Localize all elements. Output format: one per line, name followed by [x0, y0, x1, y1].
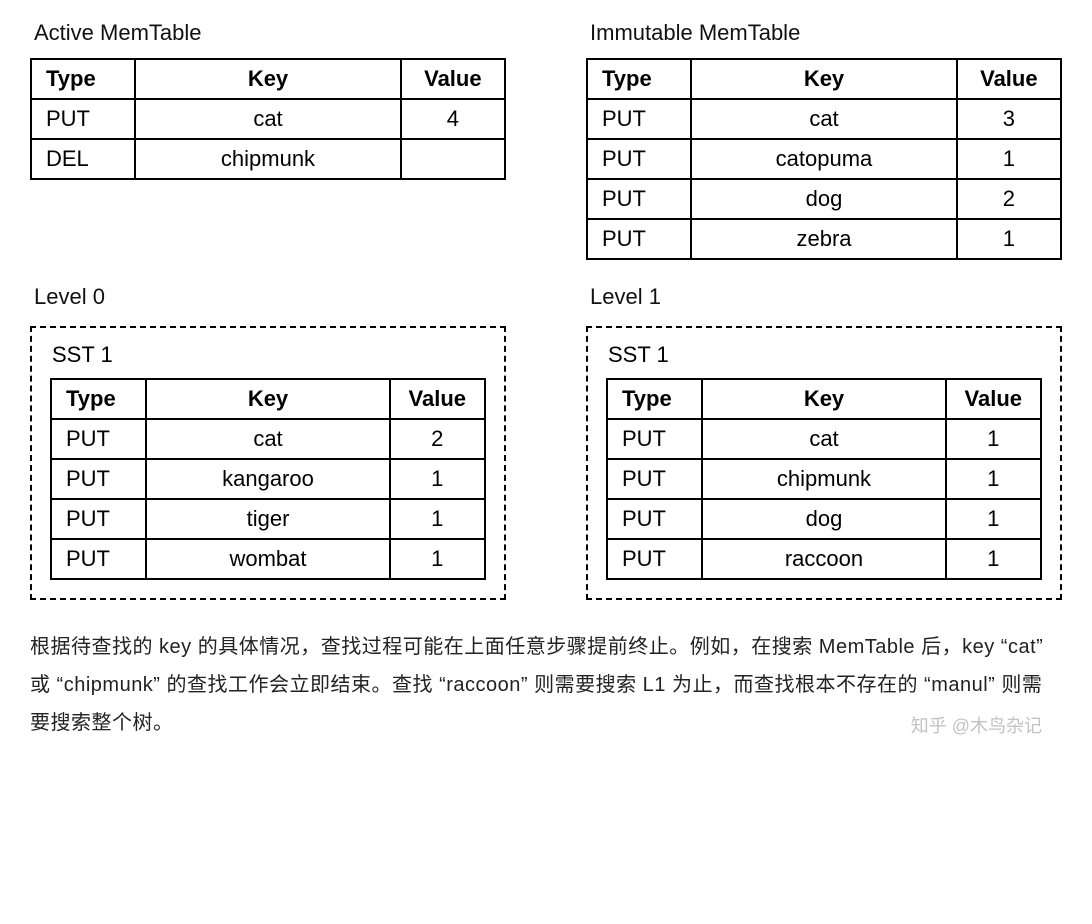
col-type: Type	[607, 379, 702, 419]
cell-key: cat	[691, 99, 956, 139]
cell-value: 1	[957, 219, 1061, 259]
level1-title: Level 1	[590, 284, 1062, 310]
immutable-memtable-table: Type Key Value PUT cat 3 PUT catopuma 1 …	[586, 58, 1062, 260]
col-value: Value	[401, 59, 505, 99]
table-row: DEL chipmunk	[31, 139, 505, 179]
table-row: PUT wombat 1	[51, 539, 485, 579]
cell-type: PUT	[607, 419, 702, 459]
col-key: Key	[146, 379, 389, 419]
col-type: Type	[31, 59, 135, 99]
cell-type: DEL	[31, 139, 135, 179]
cell-value: 2	[390, 419, 485, 459]
cell-value: 1	[946, 459, 1041, 499]
cell-type: PUT	[607, 539, 702, 579]
col-key: Key	[135, 59, 400, 99]
level1-table: Type Key Value PUT cat 1 PUT chipmunk 1	[606, 378, 1042, 580]
table-row: PUT zebra 1	[587, 219, 1061, 259]
cell-value: 4	[401, 99, 505, 139]
cell-key: zebra	[691, 219, 956, 259]
cell-type: PUT	[51, 459, 146, 499]
cell-type: PUT	[51, 419, 146, 459]
cell-type: PUT	[587, 99, 691, 139]
cell-key: cat	[702, 419, 945, 459]
cell-key: kangaroo	[146, 459, 389, 499]
level0-table: Type Key Value PUT cat 2 PUT kangaroo 1	[50, 378, 486, 580]
cell-value: 1	[390, 459, 485, 499]
level0-sst-label: SST 1	[52, 342, 486, 368]
table-header-row: Type Key Value	[587, 59, 1061, 99]
col-type: Type	[587, 59, 691, 99]
table-row: PUT dog 2	[587, 179, 1061, 219]
cell-value: 3	[957, 99, 1061, 139]
cell-key: tiger	[146, 499, 389, 539]
cell-key: cat	[146, 419, 389, 459]
level1-sst-box: SST 1 Type Key Value PUT cat 1	[586, 326, 1062, 600]
col-value: Value	[946, 379, 1041, 419]
table-header-row: Type Key Value	[31, 59, 505, 99]
cell-type: PUT	[51, 499, 146, 539]
table-row: PUT chipmunk 1	[607, 459, 1041, 499]
cell-type: PUT	[607, 499, 702, 539]
cell-value: 1	[946, 499, 1041, 539]
cell-type: PUT	[587, 139, 691, 179]
table-row: PUT kangaroo 1	[51, 459, 485, 499]
cell-value: 1	[946, 539, 1041, 579]
level0-block: Level 0 SST 1 Type Key Value PUT cat 2	[30, 284, 506, 600]
cell-key: chipmunk	[702, 459, 945, 499]
table-header-row: Type Key Value	[607, 379, 1041, 419]
cell-key: catopuma	[691, 139, 956, 179]
cell-type: PUT	[587, 179, 691, 219]
level0-title: Level 0	[34, 284, 506, 310]
table-row: PUT cat 1	[607, 419, 1041, 459]
cell-value	[401, 139, 505, 179]
cell-value: 1	[957, 139, 1061, 179]
cell-key: raccoon	[702, 539, 945, 579]
cell-key: dog	[691, 179, 956, 219]
cell-key: cat	[135, 99, 400, 139]
table-header-row: Type Key Value	[51, 379, 485, 419]
table-row: PUT tiger 1	[51, 499, 485, 539]
col-value: Value	[957, 59, 1061, 99]
explanation-text: 根据待查找的 key 的具体情况，查找过程可能在上面任意步骤提前终止。例如，在搜…	[30, 628, 1062, 742]
table-row: PUT cat 2	[51, 419, 485, 459]
level1-block: Level 1 SST 1 Type Key Value PUT cat 1	[586, 284, 1062, 600]
cell-key: wombat	[146, 539, 389, 579]
cell-value: 1	[390, 539, 485, 579]
level0-sst-box: SST 1 Type Key Value PUT cat 2	[30, 326, 506, 600]
cell-key: chipmunk	[135, 139, 400, 179]
cell-type: PUT	[31, 99, 135, 139]
active-memtable-title: Active MemTable	[34, 20, 506, 46]
table-row: PUT cat 3	[587, 99, 1061, 139]
col-type: Type	[51, 379, 146, 419]
cell-value: 1	[946, 419, 1041, 459]
table-row: PUT cat 4	[31, 99, 505, 139]
active-memtable-block: Active MemTable Type Key Value PUT cat 4…	[30, 20, 506, 260]
cell-value: 1	[390, 499, 485, 539]
level1-sst-label: SST 1	[608, 342, 1042, 368]
active-memtable-table: Type Key Value PUT cat 4 DEL chipmunk	[30, 58, 506, 180]
table-row: PUT raccoon 1	[607, 539, 1041, 579]
cell-type: PUT	[51, 539, 146, 579]
col-key: Key	[691, 59, 956, 99]
col-key: Key	[702, 379, 945, 419]
cell-value: 2	[957, 179, 1061, 219]
col-value: Value	[390, 379, 485, 419]
cell-key: dog	[702, 499, 945, 539]
cell-type: PUT	[607, 459, 702, 499]
immutable-memtable-title: Immutable MemTable	[590, 20, 1062, 46]
table-row: PUT dog 1	[607, 499, 1041, 539]
table-row: PUT catopuma 1	[587, 139, 1061, 179]
immutable-memtable-block: Immutable MemTable Type Key Value PUT ca…	[586, 20, 1062, 260]
cell-type: PUT	[587, 219, 691, 259]
